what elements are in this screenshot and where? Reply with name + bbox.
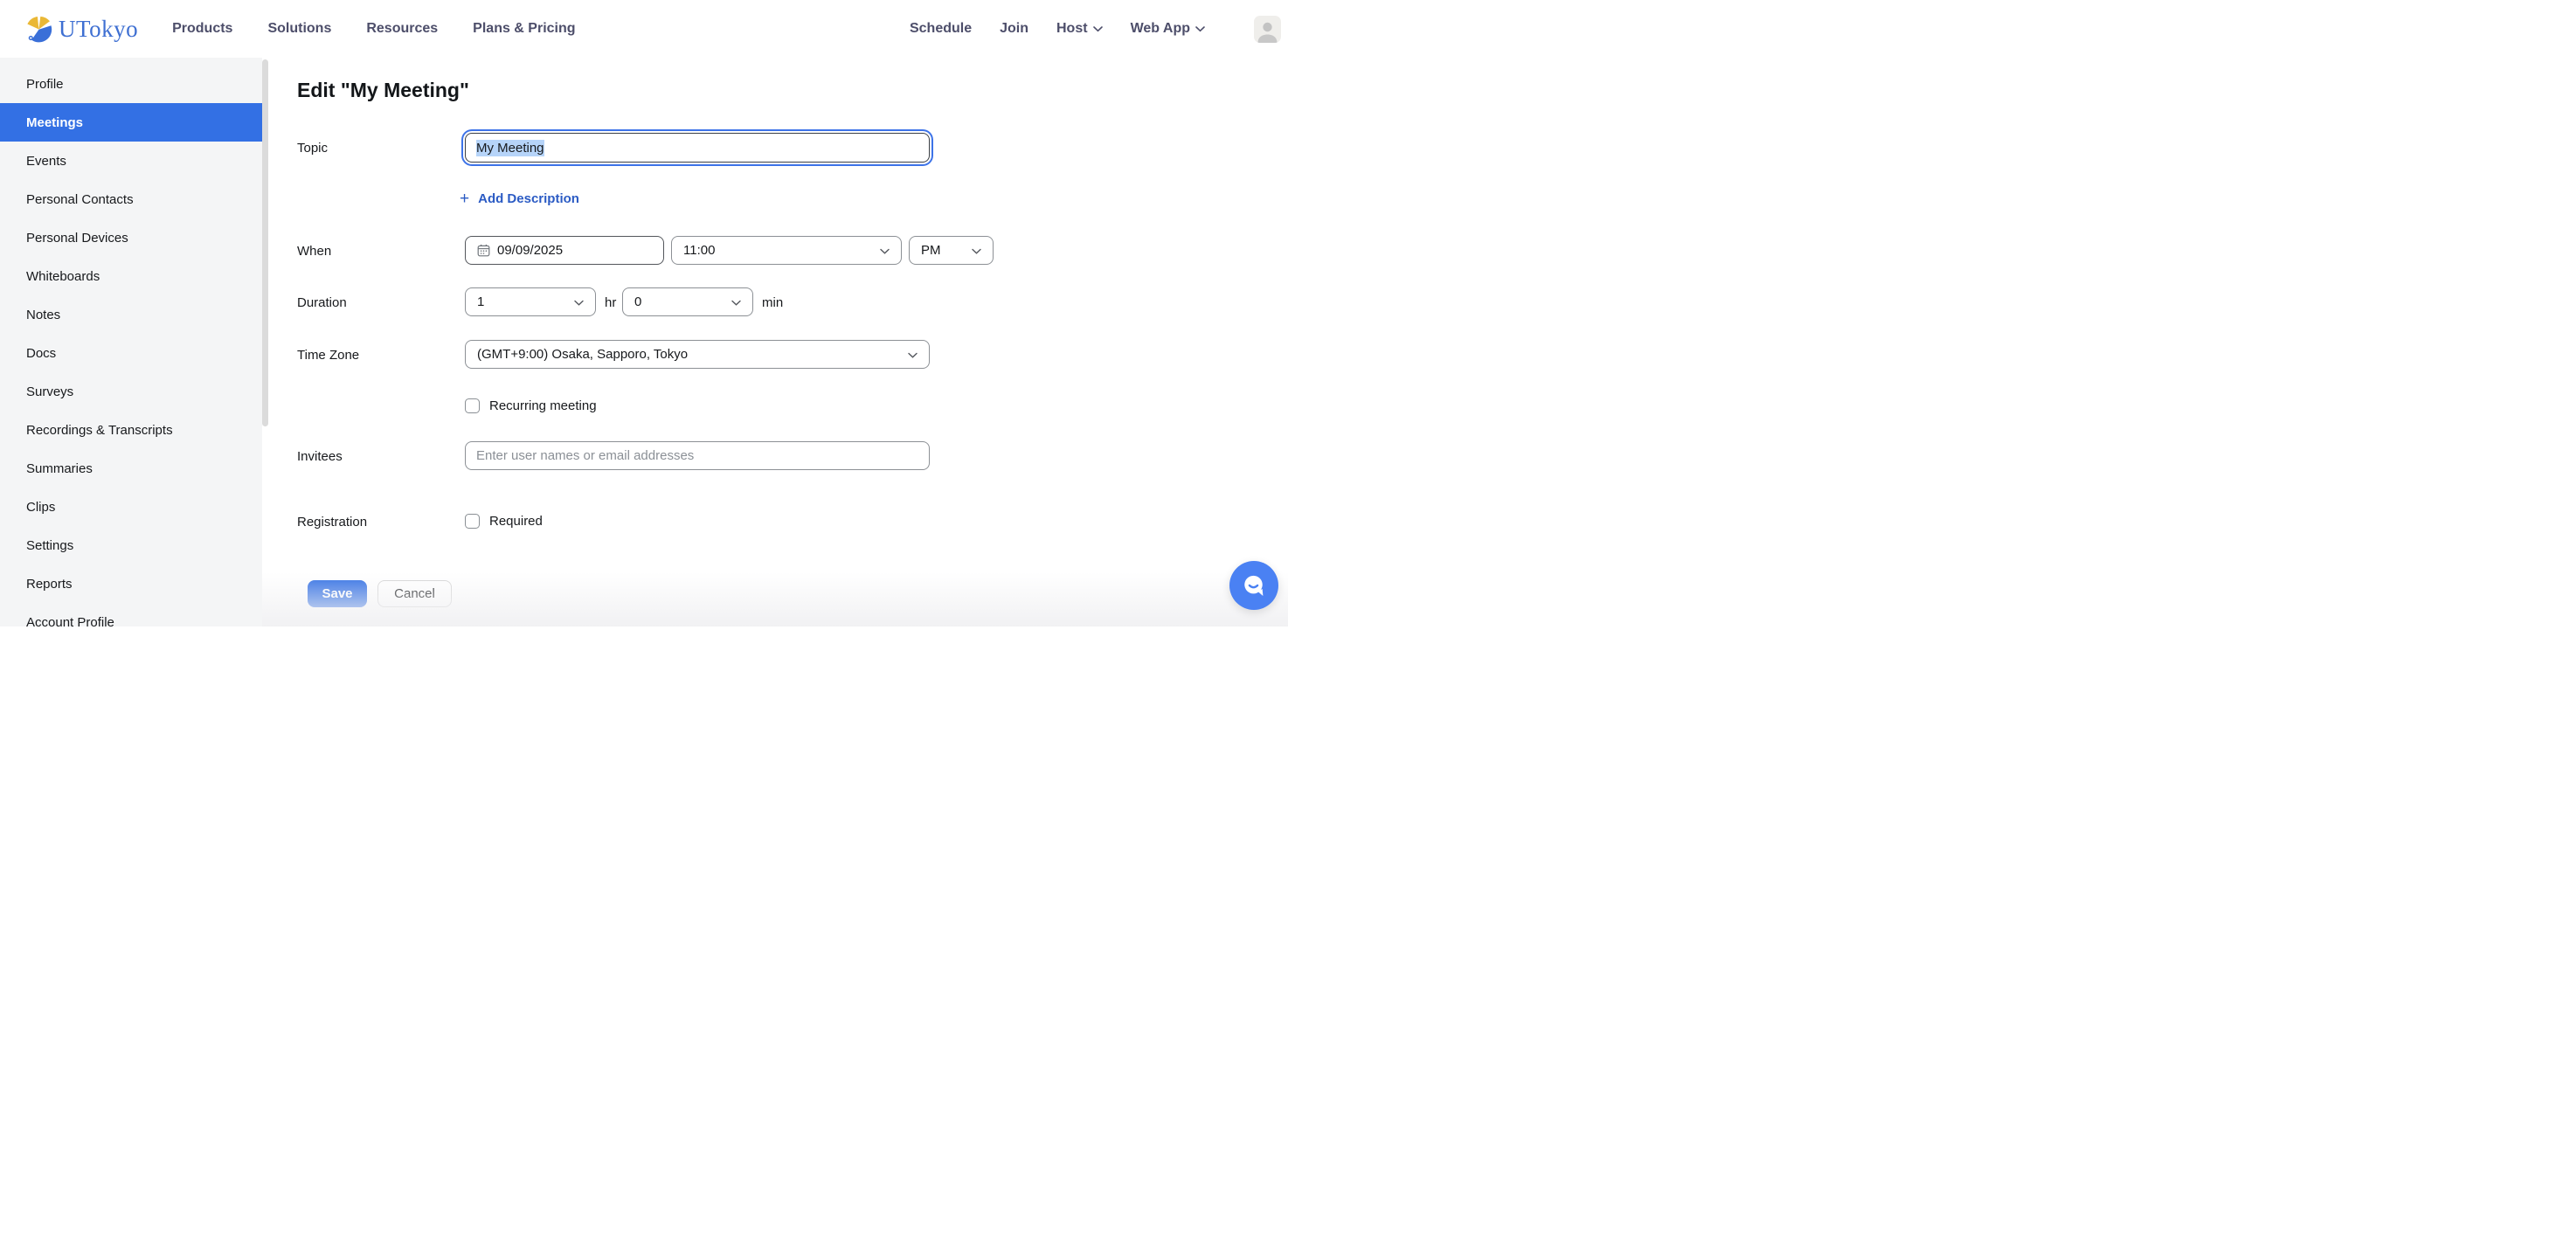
chevron-down-icon: [908, 347, 918, 362]
invitees-input[interactable]: [465, 441, 930, 470]
time-select[interactable]: 11:00: [671, 236, 902, 265]
meridiem-select[interactable]: PM: [909, 236, 994, 265]
logo-text: UTokyo: [59, 16, 138, 43]
registration-label: Registration: [297, 515, 367, 530]
recurring-label: Recurring meeting: [489, 398, 597, 413]
registration-checkbox[interactable]: [465, 514, 480, 529]
nav-web-app-dropdown[interactable]: Web App: [1131, 21, 1205, 37]
duration-hours-select[interactable]: 1: [465, 287, 596, 316]
nav-web-app-label: Web App: [1131, 21, 1190, 37]
nav-plans-pricing[interactable]: Plans & Pricing: [473, 21, 575, 37]
minutes-unit-label: min: [762, 295, 783, 310]
duration-label: Duration: [297, 295, 347, 310]
chevron-down-icon: [972, 243, 981, 258]
sidebar-item-reports[interactable]: Reports: [0, 564, 262, 603]
chat-bubble-smile-icon: [1241, 572, 1267, 599]
nav-products[interactable]: Products: [172, 21, 232, 37]
sidebar-item-settings[interactable]: Settings: [0, 526, 262, 564]
sidebar-item-meetings[interactable]: Meetings: [0, 103, 262, 142]
account-nav: Schedule Join Host Web App: [910, 16, 1281, 43]
sidebar-item-docs[interactable]: Docs: [0, 334, 262, 372]
user-avatar[interactable]: [1254, 16, 1281, 43]
settings-sidebar: Profile Meetings Events Personal Contact…: [0, 58, 262, 626]
sidebar-item-summaries[interactable]: Summaries: [0, 449, 262, 488]
sidebar-item-surveys[interactable]: Surveys: [0, 372, 262, 411]
calendar-icon: [477, 244, 490, 257]
topic-input[interactable]: My Meeting: [465, 133, 930, 163]
timezone-value: (GMT+9:00) Osaka, Sapporo, Tokyo: [477, 347, 688, 362]
topic-value: My Meeting: [476, 140, 544, 156]
nav-host-dropdown[interactable]: Host: [1056, 21, 1103, 37]
main-nav: Products Solutions Resources Plans & Pri…: [172, 21, 575, 37]
page: ‹ Back to Meetings UTokyo Products Solut…: [0, 0, 1288, 626]
recurring-checkbox[interactable]: [465, 398, 480, 413]
chevron-down-icon: [1093, 26, 1103, 32]
date-picker[interactable]: 09/09/2025: [465, 236, 664, 265]
nav-join[interactable]: Join: [1000, 21, 1028, 37]
nav-resources[interactable]: Resources: [366, 21, 438, 37]
cancel-button[interactable]: Cancel: [377, 580, 452, 607]
chevron-down-icon: [574, 294, 584, 309]
duration-hours-value: 1: [477, 294, 484, 309]
when-label: When: [297, 244, 331, 259]
edit-meeting-panel: Edit "My Meeting" Topic My Meeting + Add…: [262, 58, 1288, 626]
top-nav-bar: UTokyo Products Solutions Resources Plan…: [0, 0, 1288, 58]
nav-schedule[interactable]: Schedule: [910, 21, 972, 37]
recurring-meeting-option[interactable]: Recurring meeting: [465, 398, 597, 413]
nav-host-label: Host: [1056, 21, 1088, 37]
add-description-link[interactable]: + Add Description: [460, 190, 579, 207]
plus-icon: +: [460, 190, 469, 207]
support-chat-button[interactable]: [1229, 561, 1278, 610]
nav-solutions[interactable]: Solutions: [267, 21, 331, 37]
ginkgo-leaf-icon: [24, 15, 52, 43]
chevron-down-icon: [731, 294, 741, 309]
time-value: 11:00: [683, 243, 715, 258]
sidebar-item-notes[interactable]: Notes: [0, 295, 262, 334]
page-title: Edit "My Meeting": [297, 79, 469, 102]
invitees-label: Invitees: [297, 449, 343, 464]
sidebar-item-events[interactable]: Events: [0, 142, 262, 180]
sidebar-scrollbar[interactable]: [262, 59, 268, 426]
topic-label: Topic: [297, 141, 328, 156]
sidebar-item-account-profile[interactable]: Account Profile: [0, 603, 262, 626]
timezone-label: Time Zone: [297, 348, 359, 363]
timezone-select[interactable]: (GMT+9:00) Osaka, Sapporo, Tokyo: [465, 340, 930, 369]
save-button[interactable]: Save: [308, 580, 367, 607]
sidebar-item-personal-contacts[interactable]: Personal Contacts: [0, 180, 262, 218]
add-description-label: Add Description: [478, 191, 579, 206]
utokyo-logo[interactable]: UTokyo: [24, 15, 138, 43]
registration-option-label: Required: [489, 514, 543, 529]
duration-minutes-select[interactable]: 0: [622, 287, 753, 316]
meridiem-value: PM: [921, 243, 941, 258]
chevron-down-icon: [1195, 26, 1205, 32]
registration-required-option[interactable]: Required: [465, 514, 543, 529]
sidebar-item-clips[interactable]: Clips: [0, 488, 262, 526]
sidebar-item-personal-devices[interactable]: Personal Devices: [0, 218, 262, 257]
duration-minutes-value: 0: [634, 294, 641, 309]
date-value: 09/09/2025: [497, 243, 563, 258]
user-avatar-icon: [1254, 20, 1281, 43]
hours-unit-label: hr: [605, 295, 616, 310]
sidebar-item-whiteboards[interactable]: Whiteboards: [0, 257, 262, 295]
sidebar-item-profile[interactable]: Profile: [0, 65, 262, 103]
chevron-down-icon: [880, 243, 890, 258]
sidebar-item-recordings-transcripts[interactable]: Recordings & Transcripts: [0, 411, 262, 449]
